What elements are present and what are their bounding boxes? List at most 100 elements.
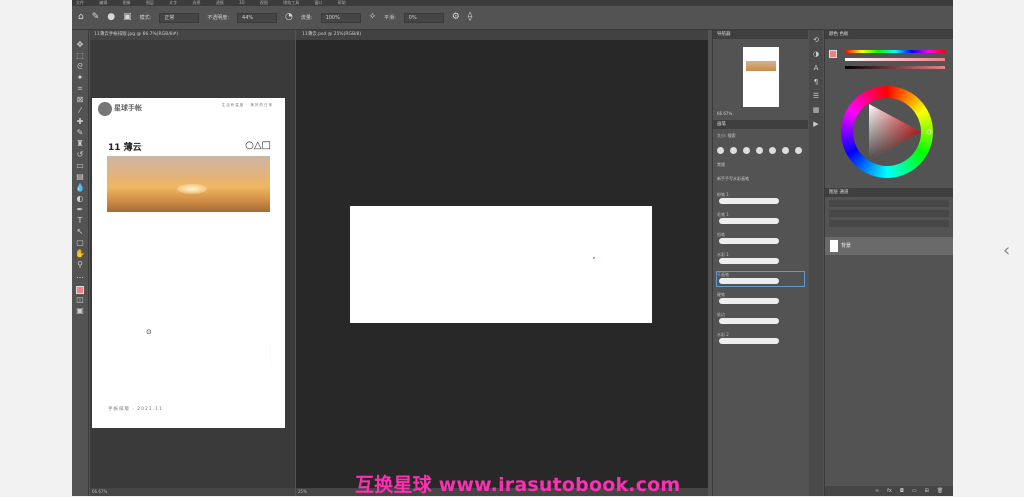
brush-item[interactable]: 毛笔 1 bbox=[717, 212, 804, 226]
brush-item[interactable]: 水彩 2 bbox=[717, 332, 804, 346]
smooth-field[interactable]: 0% bbox=[403, 12, 444, 23]
brush-group-watercolor[interactable]: 新手手写水彩画笔 bbox=[713, 172, 808, 186]
stamp-icon[interactable]: ♜ bbox=[76, 139, 83, 149]
brush-settings-icon[interactable]: ▣ bbox=[123, 13, 132, 22]
more-tools-icon[interactable]: … bbox=[76, 271, 84, 281]
brush-preset-icon[interactable]: ● bbox=[107, 13, 115, 22]
paragraph-icon[interactable]: ¶ bbox=[814, 78, 818, 86]
pressure-opacity-icon[interactable]: ◔ bbox=[285, 13, 293, 22]
screen-mode-icon[interactable]: ▣ bbox=[76, 306, 84, 316]
brush-item[interactable]: 水彩 1 bbox=[717, 252, 804, 266]
menu-help[interactable]: 帮助 bbox=[338, 0, 346, 5]
color-triangle[interactable] bbox=[841, 86, 933, 178]
hand-tool-icon[interactable]: ✋ bbox=[75, 249, 85, 259]
blank-canvas[interactable] bbox=[350, 206, 652, 323]
opacity-field[interactable]: 44% bbox=[237, 12, 278, 23]
brush-item-selected[interactable]: 干画笔 bbox=[716, 271, 805, 287]
brushes-header[interactable]: 画笔 bbox=[713, 120, 808, 129]
home-icon[interactable]: ⌂ bbox=[78, 13, 84, 22]
menu-3d[interactable]: 3D bbox=[239, 0, 245, 5]
adjustments-icon[interactable]: ◑ bbox=[813, 50, 819, 58]
chevron-left-icon[interactable]: ‹ bbox=[1003, 240, 1010, 261]
menu-image[interactable]: 图像 bbox=[123, 0, 131, 5]
brush-search[interactable]: 搜索 bbox=[728, 133, 736, 138]
healing-brush-icon[interactable]: ✚ bbox=[77, 117, 84, 127]
quick-mask-icon[interactable]: ◫ bbox=[76, 295, 84, 305]
move-tool-icon[interactable]: ✥ bbox=[77, 40, 84, 50]
document-canvas-1[interactable]: 星球手帐 生活有温度 · 美好的日常 11 薄云 ○△□ ⊙ · · · · ·… bbox=[90, 40, 295, 496]
properties-icon[interactable]: ☰ bbox=[813, 92, 819, 100]
gradient-icon[interactable]: ▤ bbox=[76, 172, 84, 182]
crop-tool-icon[interactable]: ⌗ bbox=[78, 84, 83, 94]
sunset-photo bbox=[107, 156, 270, 212]
magic-wand-icon[interactable]: ✦ bbox=[77, 73, 84, 83]
path-select-icon[interactable]: ↖ bbox=[77, 227, 84, 237]
brush-size-presets[interactable] bbox=[713, 143, 808, 158]
navigator-header[interactable]: 导航器 bbox=[713, 30, 808, 39]
menu-edit[interactable]: 编辑 bbox=[99, 0, 107, 5]
new-folder-icon[interactable]: ▭ bbox=[912, 488, 917, 494]
menu-window[interactable]: 窗口 bbox=[314, 0, 322, 5]
settings-gear-icon[interactable]: ⚙ bbox=[452, 13, 460, 22]
menu-file[interactable]: 文件 bbox=[76, 0, 84, 5]
brush-icon[interactable]: ✎ bbox=[77, 128, 84, 138]
opacity-label: 不透明度: bbox=[207, 15, 230, 21]
airbrush-icon[interactable]: ✧ bbox=[369, 13, 377, 22]
shape-tool-icon[interactable]: ▢ bbox=[76, 238, 84, 248]
menu-filter[interactable]: 滤镜 bbox=[216, 0, 224, 5]
pen-icon[interactable]: ✒ bbox=[77, 205, 84, 215]
layer-thumbnail bbox=[830, 240, 838, 252]
brush-group-general[interactable]: 常规 bbox=[713, 158, 808, 172]
actions-icon[interactable]: ▶ bbox=[813, 120, 818, 128]
brush-tool-icon[interactable]: ✎ bbox=[92, 13, 100, 22]
saturation-slider[interactable] bbox=[845, 58, 945, 61]
color-wheel[interactable] bbox=[841, 86, 933, 178]
document-canvas-2[interactable] bbox=[296, 40, 708, 496]
eyedropper-icon[interactable]: ⁄ bbox=[79, 106, 80, 116]
brush-item[interactable]: 软边 bbox=[717, 312, 804, 326]
document-tab-1[interactable]: 11薄云手帐排版.jpg @ 66.7%(RGB/8#) bbox=[90, 30, 295, 40]
new-layer-icon[interactable]: ⊞ bbox=[925, 488, 929, 494]
brightness-slider[interactable] bbox=[845, 66, 945, 69]
brush-item[interactable]: 铅笔 bbox=[717, 232, 804, 246]
trash-icon[interactable]: 🗑 bbox=[937, 488, 943, 494]
libraries-icon[interactable]: ▦ bbox=[813, 106, 820, 114]
layers-header[interactable]: 图层 通道 bbox=[825, 188, 953, 197]
symmetry-icon[interactable]: ⟠ bbox=[468, 13, 472, 22]
history-icon[interactable]: ⟲ bbox=[813, 36, 819, 44]
eraser-icon[interactable]: ▭ bbox=[76, 161, 84, 171]
color-header[interactable]: 颜色 色板 bbox=[825, 30, 953, 39]
frame-tool-icon[interactable]: ⊠ bbox=[77, 95, 84, 105]
menu-layer[interactable]: 图层 bbox=[146, 0, 154, 5]
hue-slider[interactable] bbox=[845, 50, 945, 53]
dodge-icon[interactable]: ◐ bbox=[77, 194, 84, 204]
zoom-status-1[interactable]: 66.67% bbox=[90, 488, 295, 496]
layer-options[interactable] bbox=[829, 200, 949, 230]
marquee-tool-icon[interactable]: ⬚ bbox=[76, 51, 84, 61]
document-tab-2[interactable]: 11薄云.psd @ 25%(RGB/8) bbox=[296, 30, 708, 40]
zoom-tool-icon[interactable]: ⚲ bbox=[77, 260, 83, 270]
foreground-color-swatch[interactable] bbox=[76, 286, 84, 294]
link-icon[interactable]: ∞ bbox=[875, 488, 879, 494]
menu-view[interactable]: 视图 bbox=[260, 0, 268, 5]
menu-plugins[interactable]: 增效工具 bbox=[283, 0, 299, 5]
menu-type[interactable]: 文字 bbox=[169, 0, 177, 5]
flow-field[interactable]: 100% bbox=[320, 12, 361, 23]
menu-select[interactable]: 选择 bbox=[192, 0, 200, 5]
mask-icon[interactable]: ◘ bbox=[900, 488, 904, 494]
brush-item[interactable]: 硬笔 bbox=[717, 292, 804, 306]
lasso-tool-icon[interactable]: ᘓ bbox=[77, 62, 83, 72]
layer-row-background[interactable]: 背景 bbox=[825, 237, 953, 255]
rgb-sliders[interactable] bbox=[845, 50, 945, 74]
mode-select[interactable]: 正常 bbox=[159, 12, 200, 23]
current-color-swatch[interactable] bbox=[829, 50, 837, 58]
blur-icon[interactable]: 💧 bbox=[75, 183, 85, 193]
character-icon[interactable]: A bbox=[814, 64, 819, 72]
brush-item[interactable]: 粉笔 1 bbox=[717, 192, 804, 206]
fx-icon[interactable]: fx bbox=[887, 488, 892, 494]
navigator-zoom[interactable]: 66.67% bbox=[713, 107, 808, 120]
navigator-thumbnail[interactable] bbox=[742, 47, 779, 107]
tools-panel: ✥ ⬚ ᘓ ✦ ⌗ ⊠ ⁄ ✚ ✎ ♜ ↺ ▭ ▤ 💧 ◐ ✒ T ↖ ▢ ✋ … bbox=[72, 30, 89, 496]
type-tool-icon[interactable]: T bbox=[78, 216, 83, 226]
history-brush-icon[interactable]: ↺ bbox=[77, 150, 84, 160]
